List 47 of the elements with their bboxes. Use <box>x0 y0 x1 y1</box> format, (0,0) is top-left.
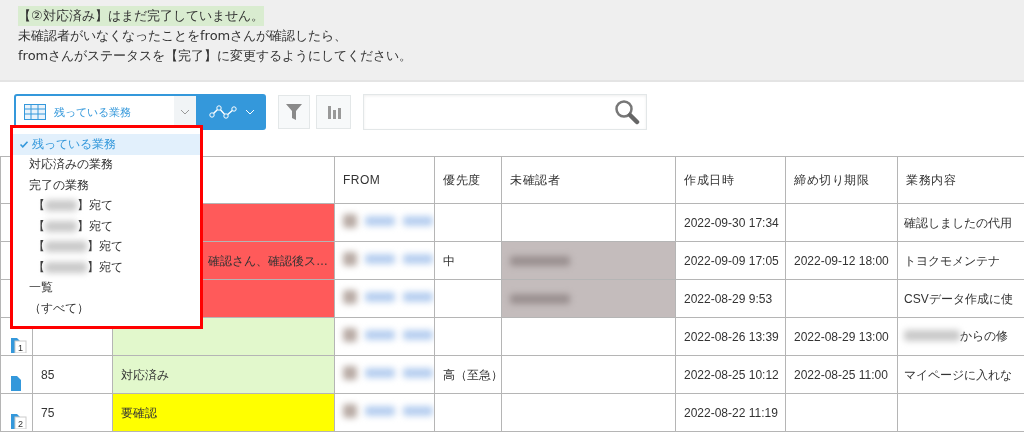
table-cell: 2022-08-25 10:12 <box>675 355 786 394</box>
table-cell: 2022-08-25 11:00 <box>785 355 898 394</box>
table-cell: 2022-09-12 18:00 <box>785 241 898 280</box>
table-cell: 2022-09-09 17:05 <box>675 241 786 280</box>
column-header[interactable]: 優先度 <box>434 156 502 204</box>
table-cell: 2022-09-30 17:34 <box>675 203 786 242</box>
document-stack-icon[interactable]: 2 <box>11 413 27 429</box>
filter-icon <box>285 103 303 121</box>
column-header[interactable]: 未確認者 <box>501 156 676 204</box>
cell-text: からの修 <box>960 328 1008 343</box>
column-header[interactable]: FROM <box>334 156 435 204</box>
table-cell: 2022-08-29 9:53 <box>675 279 786 318</box>
notice-heading: 【②対応済み】はまだ完了していません。 <box>18 6 264 26</box>
chart-button[interactable] <box>316 95 351 129</box>
table-cell: 75 <box>32 393 113 432</box>
check-icon <box>19 140 29 148</box>
document-icon[interactable] <box>11 375 21 391</box>
column-header[interactable]: 作成日時 <box>675 156 786 204</box>
column-header[interactable]: 業務内容 <box>897 156 1024 204</box>
menu-item[interactable]: 対応済みの業務 <box>13 154 200 175</box>
line-chart-icon <box>209 105 237 119</box>
status-cell: 要確認 <box>112 393 335 432</box>
menu-item[interactable]: 【 】宛て <box>13 195 200 216</box>
filter-button[interactable] <box>278 95 310 129</box>
status-cell: 対応済み <box>112 355 335 394</box>
bar-chart-icon <box>326 105 341 119</box>
column-header[interactable]: 締め切り期限 <box>785 156 898 204</box>
search-icon[interactable] <box>614 99 640 125</box>
table-cell: 中 <box>434 241 502 280</box>
menu-item[interactable]: 完了の業務 <box>13 175 200 196</box>
table-cell: 高（至急） <box>434 355 502 394</box>
caret-icon <box>245 109 255 115</box>
table-cell: 85 <box>32 355 113 394</box>
table-cell: 2022-08-26 13:39 <box>675 317 786 356</box>
graph-button[interactable] <box>198 94 266 130</box>
notice-text: fromさんがステータスを【完了】に変更するようにしてください。 <box>18 47 414 65</box>
search-field[interactable] <box>363 94 647 130</box>
menu-item[interactable]: 【 】宛て <box>13 216 200 237</box>
table-cell: 2022-08-22 11:19 <box>675 393 786 432</box>
table-icon <box>24 104 46 120</box>
menu-item[interactable]: 一覧 <box>13 277 200 298</box>
table-cell: 2022-08-29 13:00 <box>785 317 898 356</box>
document-stack-icon[interactable]: 1 <box>11 337 27 353</box>
notice-text: 未確認者がいなくなったことをfromさんが確認したら、 <box>18 27 349 45</box>
view-name: 残っている業務 <box>54 104 132 120</box>
caret-icon[interactable] <box>174 96 196 128</box>
menu-item[interactable]: （すべて） <box>13 298 200 319</box>
